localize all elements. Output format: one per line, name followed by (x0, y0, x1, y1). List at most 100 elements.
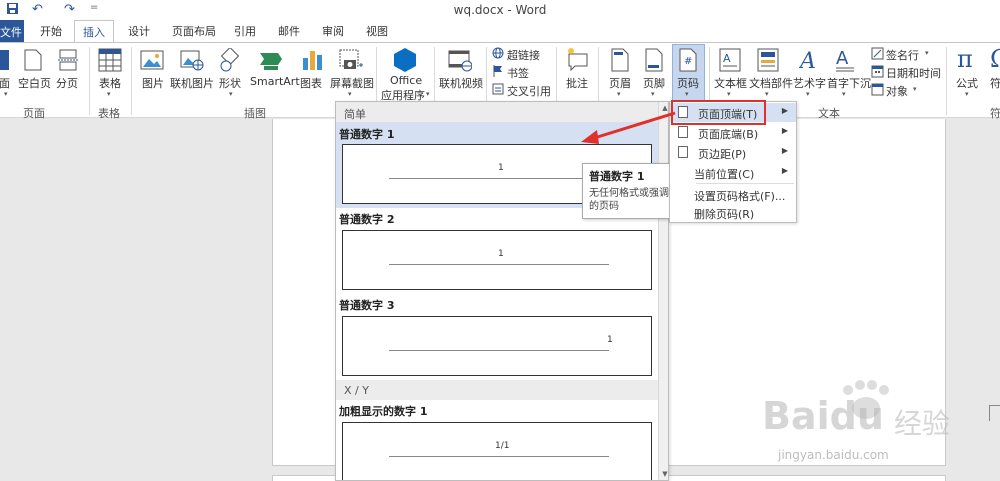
online-video-icon (448, 48, 473, 75)
equation-button[interactable]: 公式 (956, 75, 978, 91)
datetime-icon (871, 65, 884, 81)
chevron-down-icon: ▾ (348, 90, 352, 98)
gallery-thumbnail[interactable]: 1 (342, 230, 652, 290)
page-break-button[interactable]: 分页 (56, 75, 78, 91)
chevron-down-icon: ▾ (107, 90, 111, 98)
group-divider (89, 47, 90, 115)
quick-parts-button[interactable]: 文档部件 (749, 75, 793, 91)
header-line (389, 178, 609, 179)
title-bar: ↶ ↷ = wq.docx - Word (0, 0, 1000, 20)
scroll-down-icon[interactable]: ▼ (661, 470, 668, 478)
screenshot-button[interactable]: 屏幕截图 (330, 75, 374, 91)
smartart-button[interactable]: SmartArt (250, 75, 300, 88)
shapes-button[interactable]: 形状 (219, 75, 241, 91)
group-divider (131, 47, 132, 115)
header-line (389, 264, 609, 265)
tab-references[interactable]: 引用 (234, 23, 256, 39)
page-number-sample: 1 (607, 335, 613, 345)
object-icon (871, 83, 884, 99)
watermark-cn: 经验 (894, 407, 951, 440)
footer-icon (645, 48, 663, 75)
tab-home[interactable]: 开始 (40, 23, 62, 39)
baidu-watermark: Baidu 经验 jingyan.baidu.com (760, 376, 990, 476)
gallery-scrollbar[interactable]: ▲ ▼ (658, 102, 668, 480)
menu-item-remove-page-numbers[interactable]: 删除页码(R) (670, 203, 796, 222)
svg-text:π: π (957, 45, 973, 73)
menu-item-current-position[interactable]: 当前位置(C) ▶ (670, 163, 796, 182)
chevron-down-icon: ▾ (965, 90, 969, 98)
gallery-thumbnail[interactable]: 1/1 (342, 422, 652, 480)
header-line (389, 350, 609, 351)
svg-text:A: A (836, 48, 849, 69)
menu-item-label: 设置页码格式(F)... (694, 190, 786, 203)
chevron-right-icon: ▶ (781, 166, 788, 175)
object-button[interactable]: 对象 (886, 83, 908, 99)
tab-file[interactable]: 文件 (0, 20, 24, 42)
bookmark-icon (493, 65, 503, 80)
cross-reference-button[interactable]: 交叉引用 (507, 83, 551, 99)
chevron-down-icon: ▾ (925, 49, 929, 57)
online-picture-icon (180, 48, 204, 75)
hyperlink-button[interactable]: 超链接 (507, 47, 540, 63)
gallery-thumbnail[interactable]: 1 (342, 316, 652, 376)
annotation-highlight-box (671, 100, 766, 125)
tab-review[interactable]: 审阅 (322, 23, 344, 39)
header-icon (611, 48, 629, 75)
gallery-item-label[interactable]: 普通数字 2 (339, 211, 394, 227)
margin-corner-mark (989, 405, 1000, 421)
tab-page-layout[interactable]: 页面布局 (172, 23, 216, 39)
tab-mailings[interactable]: 邮件 (278, 23, 300, 39)
online-video-button[interactable]: 联机视频 (439, 75, 483, 91)
menu-item-bottom-of-page[interactable]: 页面底端(B) ▶ (670, 123, 796, 142)
chevron-right-icon: ▶ (781, 106, 788, 115)
picture-button[interactable]: 图片 (142, 75, 164, 91)
drop-cap-button[interactable]: 首字下沉 (827, 75, 871, 91)
chevron-down-icon: ▾ (651, 90, 655, 98)
tab-insert[interactable]: 插入 (74, 20, 114, 43)
datetime-button[interactable]: 日期和时间 (886, 65, 941, 81)
online-picture-button[interactable]: 联机图片 (170, 75, 214, 91)
watermark-brand: Baidu (762, 394, 884, 438)
menu-separator (696, 183, 794, 184)
chevron-right-icon: ▶ (781, 146, 788, 155)
group-divider (946, 47, 947, 115)
textbox-button[interactable]: 文本框 (714, 75, 747, 91)
chevron-down-icon: ▾ (426, 90, 430, 98)
menu-item-page-margins[interactable]: 页边距(P) ▶ (670, 143, 796, 162)
hyperlink-icon (492, 47, 504, 62)
symbol-button[interactable]: 符 (990, 75, 1000, 91)
office-apps-label[interactable]: Office (390, 74, 422, 87)
gallery-item-label[interactable]: 普通数字 3 (339, 297, 394, 313)
gallery-item-label[interactable]: 普通数字 1 (339, 126, 394, 142)
drop-cap-icon: A (834, 47, 856, 76)
signature-line-button[interactable]: 签名行 (886, 47, 919, 63)
table-button[interactable]: 表格 (99, 75, 121, 91)
comment-button[interactable]: 批注 (566, 75, 588, 91)
tab-design[interactable]: 设计 (128, 23, 150, 39)
gallery-section-header: X / Y (336, 380, 658, 400)
ribbon-tabs: 文件 开始 插入 设计 页面布局 引用 邮件 审阅 视图 (0, 20, 1000, 43)
chevron-down-icon: ▾ (727, 90, 731, 98)
bookmark-button[interactable]: 书签 (507, 65, 529, 81)
table-icon (98, 48, 122, 75)
gallery-item-label[interactable]: 加粗显示的数字 1 (339, 403, 427, 419)
chart-button[interactable]: 图表 (300, 75, 322, 91)
page-number-sample: 1 (498, 163, 504, 173)
page-number-icon: # (679, 48, 697, 75)
menu-item-format-page-numbers[interactable]: 设置页码格式(F)... (670, 185, 796, 204)
footer-button[interactable]: 页脚 (643, 75, 665, 91)
svg-text:#: # (684, 56, 692, 67)
wordart-button[interactable]: 艺术字 (793, 75, 826, 91)
cover-page-icon[interactable] (0, 49, 10, 74)
tab-view[interactable]: 视图 (366, 23, 388, 39)
window-title: wq.docx - Word (453, 3, 547, 17)
header-line (389, 456, 609, 457)
blank-page-button[interactable]: 空白页 (18, 75, 51, 91)
svg-text:A: A (723, 52, 731, 65)
quick-parts-icon (757, 48, 779, 75)
page-number-gallery[interactable]: 简单 普通数字 1 1 普通数字 2 1 普通数字 3 1 X / Y 加粗显示… (335, 101, 669, 481)
header-button[interactable]: 页眉 (609, 75, 631, 91)
page-number-button[interactable]: 页码 (677, 75, 699, 91)
cover-page-button[interactable]: 面 (0, 75, 10, 91)
wordart-icon: A (798, 47, 819, 76)
